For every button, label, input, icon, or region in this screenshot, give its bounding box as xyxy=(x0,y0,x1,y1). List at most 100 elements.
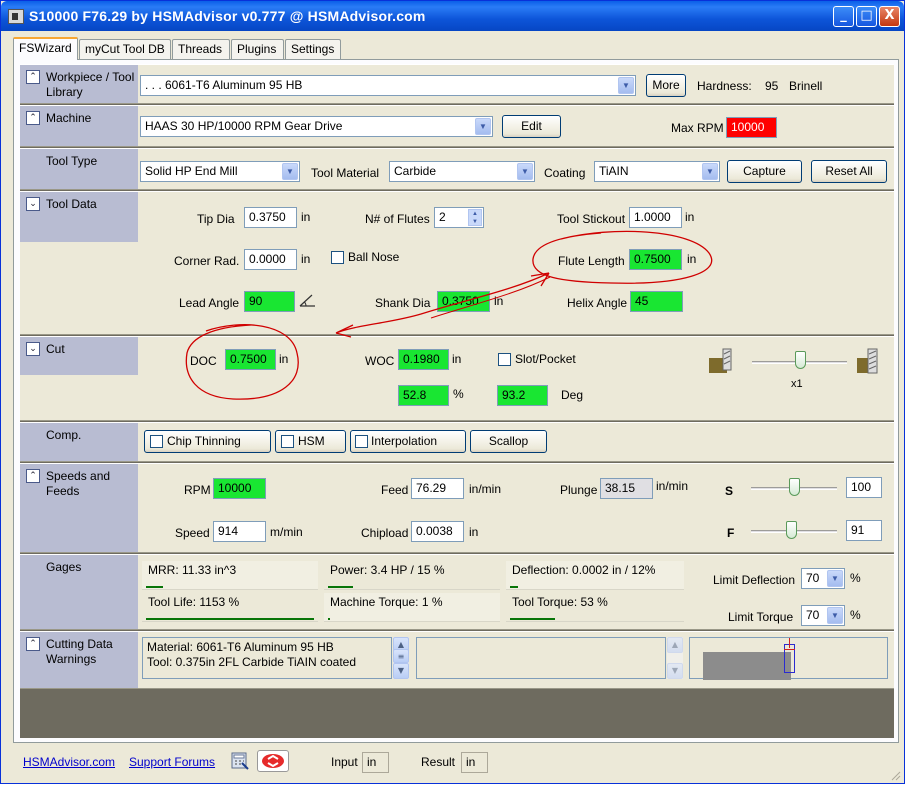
warnings-scrollbar[interactable]: ▲ ▼ xyxy=(667,637,683,679)
limit-deflection-select[interactable]: 70 ▼ xyxy=(801,568,845,589)
scroll-down-icon[interactable]: ▼ xyxy=(393,663,409,679)
feed-percent-field[interactable]: 91 xyxy=(846,520,882,541)
chevron-down-icon[interactable]: ▼ xyxy=(282,163,298,180)
flute-length-field[interactable]: 0.7500 xyxy=(629,249,682,270)
interpolation-toggle[interactable]: Interpolation xyxy=(350,430,466,453)
chevron-down-icon[interactable]: ▼ xyxy=(702,163,718,180)
tool-data-label: Tool Data xyxy=(46,197,97,211)
scroll-down-icon[interactable]: ▼ xyxy=(667,663,683,679)
max-rpm-field[interactable]: 10000 xyxy=(726,117,777,138)
input-unit-field[interactable]: in xyxy=(362,752,389,773)
cutting-data-scrollbar[interactable]: ▲ ≡ ▼ xyxy=(393,637,409,679)
slot-pocket-label: Slot/Pocket xyxy=(515,352,576,366)
tool-type-select[interactable]: Solid HP End Mill ▼ xyxy=(140,161,300,182)
material-select[interactable]: . . . 6061-T6 Aluminum 95 HB ▼ xyxy=(140,75,636,96)
limit-torque-select[interactable]: 70 ▼ xyxy=(801,605,845,626)
collapse-icon[interactable]: ⌃ xyxy=(26,111,40,125)
tip-dia-field[interactable]: 0.3750 xyxy=(244,207,297,228)
speed-field[interactable]: 914 xyxy=(213,521,266,542)
tool-torque-bar xyxy=(510,618,555,620)
chipload-field[interactable]: 0.0038 xyxy=(411,521,464,542)
scallop-button[interactable]: Scallop xyxy=(470,430,547,453)
workpiece-label: Workpiece / Tool Library xyxy=(46,70,135,99)
helix-angle-field[interactable]: 45 xyxy=(630,291,683,312)
limit-deflection-value: 70 xyxy=(806,571,820,585)
collapse-icon[interactable]: ⌃ xyxy=(26,469,40,483)
tab-settings[interactable]: Settings xyxy=(285,39,341,59)
chip-thinning-checkbox[interactable] xyxy=(150,435,163,448)
lead-angle-field[interactable]: 90 xyxy=(244,291,295,312)
collapse-icon[interactable]: ⌄ xyxy=(26,342,40,356)
chip-thinning-toggle[interactable]: Chip Thinning xyxy=(144,430,271,453)
hsm-toggle[interactable]: HSM xyxy=(275,430,346,453)
chip-thinning-label: Chip Thinning xyxy=(167,434,241,448)
support-forums-link[interactable]: Support Forums xyxy=(129,755,215,769)
machine-torque-bar xyxy=(328,618,330,620)
donate-icon[interactable] xyxy=(257,750,289,772)
doc-field[interactable]: 0.7500 xyxy=(225,349,276,370)
tab-fswizard[interactable]: FSWizard xyxy=(13,37,78,60)
corner-rad-field[interactable]: 0.0000 xyxy=(244,249,297,270)
tip-dia-label: Tip Dia xyxy=(197,212,235,226)
app-icon[interactable] xyxy=(8,9,24,24)
chevron-down-icon[interactable]: ▼ xyxy=(475,118,491,135)
minimize-button[interactable]: _ xyxy=(833,6,854,27)
tool-life-bar xyxy=(146,618,314,620)
cut-slider-handle[interactable] xyxy=(795,351,806,369)
angle-icon[interactable] xyxy=(299,292,317,308)
maximize-button[interactable]: □ xyxy=(856,6,877,27)
rpm-field[interactable]: 10000 xyxy=(213,478,266,499)
collapse-icon[interactable]: ⌄ xyxy=(26,197,40,211)
collapse-icon[interactable]: ⌃ xyxy=(26,70,40,84)
result-unit-field[interactable]: in xyxy=(461,752,488,773)
shank-dia-field[interactable]: 0.3750 xyxy=(437,291,490,312)
scroll-thumb[interactable]: ≡ xyxy=(393,649,409,663)
warnings-text[interactable] xyxy=(416,637,666,679)
hsm-checkbox[interactable] xyxy=(281,435,294,448)
interpolation-checkbox[interactable] xyxy=(355,435,368,448)
capture-button[interactable]: Capture xyxy=(727,160,802,183)
tab-threads[interactable]: Threads xyxy=(172,39,230,59)
machine-select[interactable]: HAAS 30 HP/10000 RPM Gear Drive ▼ xyxy=(140,116,493,137)
more-button[interactable]: More xyxy=(646,74,686,97)
stickout-field[interactable]: 1.0000 xyxy=(629,207,682,228)
woc-field[interactable]: 0.1980 xyxy=(398,349,449,370)
plunge-field[interactable]: 38.15 xyxy=(600,478,653,499)
chevron-down-icon[interactable]: ▼ xyxy=(827,570,843,587)
spinner-arrows-icon[interactable]: ▲ ▼ xyxy=(468,209,482,226)
speed-percent-field[interactable]: 100 xyxy=(846,477,882,498)
feed-field[interactable]: 76.29 xyxy=(411,478,464,499)
tool-data-section: ⌄ Tool Data Tip Dia 0.3750 in N# of Flut… xyxy=(20,191,894,335)
hardness-unit: Brinell xyxy=(789,79,823,93)
flutes-stepper[interactable]: 2 ▲ ▼ xyxy=(434,207,484,228)
coating-select[interactable]: TiAIN ▼ xyxy=(594,161,720,182)
resize-grip-icon[interactable] xyxy=(889,769,901,781)
feed-unit: in/min xyxy=(469,482,502,496)
speed-slider-handle[interactable] xyxy=(789,478,800,496)
slot-pocket-checkbox[interactable] xyxy=(498,353,511,366)
collapse-icon[interactable]: ⌃ xyxy=(26,637,40,651)
cutting-data-text[interactable]: Material: 6061-T6 Aluminum 95 HB Tool: 0… xyxy=(142,637,392,679)
engagement-angle-field[interactable]: 93.2 xyxy=(497,385,548,406)
mrr-text: MRR: 11.33 in^3 xyxy=(148,563,237,577)
title-bar[interactable]: S10000 F76.29 by HSMAdvisor v0.777 @ HSM… xyxy=(1,1,904,31)
reset-all-button[interactable]: Reset All xyxy=(811,160,887,183)
tool-material-select[interactable]: Carbide ▼ xyxy=(389,161,535,182)
feed-slider-handle[interactable] xyxy=(786,521,797,539)
warning-line-material: Material: 6061-T6 Aluminum 95 HB xyxy=(147,640,334,654)
chevron-down-icon[interactable]: ▼ xyxy=(517,163,533,180)
edit-machine-button[interactable]: Edit xyxy=(502,115,561,138)
chevron-down-icon[interactable]: ▼ xyxy=(827,607,843,624)
chevron-down-icon[interactable]: ▼ xyxy=(618,77,634,94)
woc-percent-field[interactable]: 52.8 xyxy=(398,385,449,406)
comp-label-area: Comp. xyxy=(20,423,138,461)
deflection-gage: Deflection: 0.0002 in / 12% xyxy=(506,561,684,590)
hsmadvisor-link[interactable]: HSMAdvisor.com xyxy=(23,755,115,769)
tab-mycut-tool-db[interactable]: myCut Tool DB xyxy=(79,39,171,59)
scroll-up-icon[interactable]: ▲ xyxy=(667,637,683,653)
ball-nose-checkbox[interactable] xyxy=(331,251,344,264)
tab-plugins[interactable]: Plugins xyxy=(231,39,284,59)
calculator-icon[interactable] xyxy=(230,750,250,770)
speed-label: Speed xyxy=(175,526,210,540)
close-button[interactable]: X xyxy=(879,6,900,27)
